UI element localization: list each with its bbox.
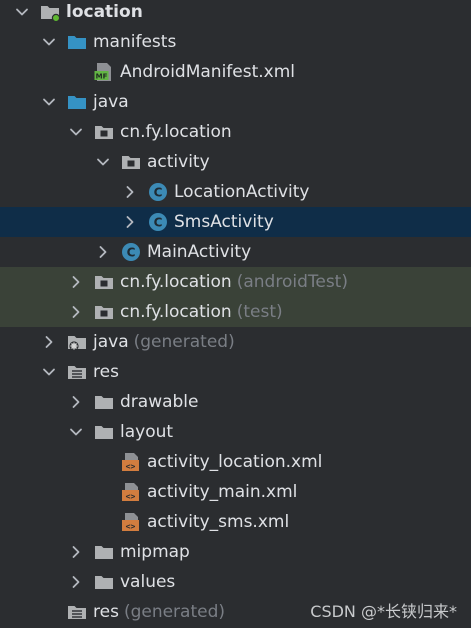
folder-gray-icon (94, 392, 114, 412)
tree-row-smsactivity[interactable]: C SmsActivity (0, 207, 471, 237)
chevron-right-icon[interactable] (95, 244, 111, 260)
tree-row-layout[interactable]: layout (0, 417, 471, 447)
tree-item-label: cn.fy.location (120, 122, 232, 142)
chevron-down-icon[interactable] (41, 94, 57, 110)
folder-gray-icon (94, 572, 114, 592)
tree-row-cn-fy-location[interactable]: cn.fy.location (0, 117, 471, 147)
chevron-down-icon[interactable] (68, 424, 84, 440)
tree-item-label: activity_sms.xml (147, 512, 290, 532)
tree-item-label: res (93, 602, 119, 622)
tree-row-java[interactable]: java (0, 87, 471, 117)
tree-item-label: activity_location.xml (147, 452, 323, 472)
layout-xml-icon: <> (121, 452, 141, 472)
tree-row-java-generated[interactable]: java (generated) (0, 327, 471, 357)
tree-item-label: drawable (120, 392, 199, 412)
chevron-right-icon[interactable] (68, 574, 84, 590)
tree-item-label: LocationActivity (174, 182, 310, 202)
tree-item-label: java (93, 332, 129, 352)
chevron-down-icon[interactable] (41, 364, 57, 380)
chevron-right-icon[interactable] (68, 274, 84, 290)
tree-row-mainactivity[interactable]: C MainActivity (0, 237, 471, 267)
chevron-right-icon[interactable] (68, 304, 84, 320)
resource-folder-icon (67, 602, 87, 622)
package-icon (94, 122, 114, 142)
tree-row-mipmap[interactable]: mipmap (0, 537, 471, 567)
class-icon: C (148, 182, 168, 202)
chevron-right-icon[interactable] (41, 334, 57, 350)
chevron-down-icon[interactable] (14, 4, 30, 20)
package-icon (94, 302, 114, 322)
layout-xml-icon: <> (121, 512, 141, 532)
tree-item-label: res (93, 362, 119, 382)
tree-item-label: activity (147, 152, 210, 172)
folder-gray-icon (94, 542, 114, 562)
tree-item-suffix: (androidTest) (236, 272, 348, 292)
folder-blue-icon (67, 92, 87, 112)
tree-row-cn-fy-location-test[interactable]: cn.fy.location (test) (0, 297, 471, 327)
svg-text:<>: <> (126, 462, 136, 471)
tree-item-label: MainActivity (147, 242, 252, 262)
tree-item-suffix: (test) (236, 302, 283, 322)
svg-text:MF: MF (96, 73, 108, 81)
tree-item-label: cn.fy.location (120, 272, 232, 292)
tree-row-activity-location-xml[interactable]: <> activity_location.xml (0, 447, 471, 477)
tree-row-activity-sms-xml[interactable]: <> activity_sms.xml (0, 507, 471, 537)
package-icon (121, 152, 141, 172)
tree-item-label: manifests (93, 32, 177, 52)
watermark-text: CSDN @*长铗归来* (310, 602, 457, 621)
svg-text:C: C (154, 216, 163, 230)
tree-item-label: java (93, 92, 129, 112)
tree-row-location[interactable]: location (0, 0, 471, 27)
folder-gray-icon (94, 422, 114, 442)
chevron-down-icon[interactable] (41, 34, 57, 50)
package-icon (94, 272, 114, 292)
tree-item-label: cn.fy.location (120, 302, 232, 322)
tree-item-label: location (66, 2, 143, 22)
folder-blue-icon (67, 32, 87, 52)
chevron-right-icon[interactable] (68, 544, 84, 560)
tree-row-values[interactable]: values (0, 567, 471, 597)
chevron-down-icon[interactable] (68, 124, 84, 140)
tree-item-label: AndroidManifest.xml (120, 62, 296, 82)
class-icon: C (148, 212, 168, 232)
chevron-right-icon[interactable] (122, 184, 138, 200)
manifest-file-icon: MF (94, 62, 114, 82)
project-folder-icon (40, 2, 60, 22)
tree-row-locationactivity[interactable]: C LocationActivity (0, 177, 471, 207)
tree-item-label: mipmap (120, 542, 190, 562)
tree-item-label: SmsActivity (174, 212, 274, 232)
tree-row-res[interactable]: res (0, 357, 471, 387)
tree-row-manifests[interactable]: manifests (0, 27, 471, 57)
chevron-right-icon[interactable] (122, 214, 138, 230)
tree-item-suffix: (generated) (133, 332, 235, 352)
svg-text:C: C (154, 186, 163, 200)
tree-row-cn-fy-location-androidtest[interactable]: cn.fy.location (androidTest) (0, 267, 471, 297)
svg-text:<>: <> (126, 492, 136, 501)
class-icon: C (121, 242, 141, 262)
layout-xml-icon: <> (121, 482, 141, 502)
tree-item-label: layout (120, 422, 174, 442)
tree-row-activity-main-xml[interactable]: <> activity_main.xml (0, 477, 471, 507)
tree-row-activity[interactable]: activity (0, 147, 471, 177)
tree-item-label: values (120, 572, 176, 592)
tree-row-drawable[interactable]: drawable (0, 387, 471, 417)
resource-folder-icon (67, 362, 87, 382)
generated-folder-icon (67, 332, 87, 352)
tree-item-suffix: (generated) (123, 602, 226, 622)
svg-text:C: C (127, 246, 136, 260)
tree-item-label: activity_main.xml (147, 482, 298, 502)
svg-text:<>: <> (126, 522, 136, 531)
tree-row-androidmanifest-xml[interactable]: MF AndroidManifest.xml (0, 57, 471, 87)
chevron-down-icon[interactable] (95, 154, 111, 170)
chevron-right-icon[interactable] (68, 394, 84, 410)
